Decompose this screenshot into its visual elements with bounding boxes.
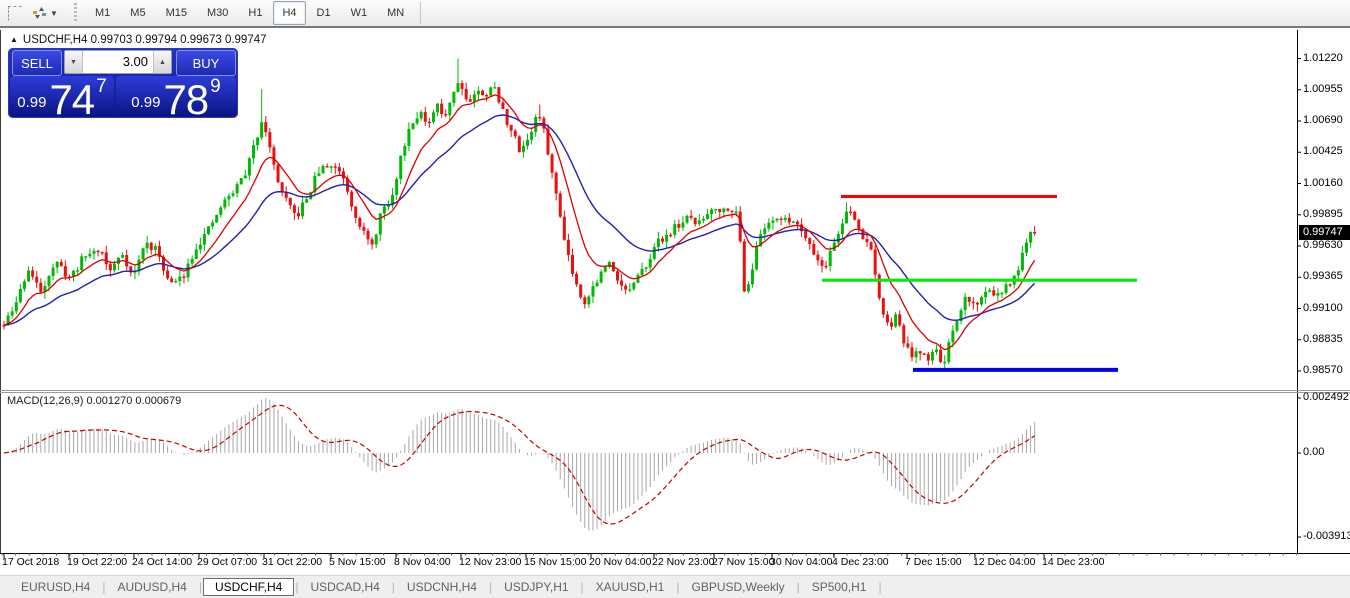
macd-axis-label: 0.00 — [1303, 446, 1324, 458]
time-axis-label: 8 Nov 04:00 — [394, 556, 451, 568]
time-axis-label: 4 Dec 23:00 — [832, 556, 889, 568]
sort-arrows-icon — [32, 6, 48, 20]
time-axis-label: 31 Oct 22:00 — [262, 556, 322, 568]
sell-price-sup: 7 — [96, 76, 107, 98]
volume-decrease-button[interactable]: ▼ — [65, 51, 83, 73]
timeframe-button-M5[interactable]: M5 — [121, 1, 154, 25]
sell-price-big: 74 — [49, 83, 94, 116]
chart-tab-XAUUSD-H1[interactable]: XAUUSD,H1 — [585, 578, 676, 596]
buy-price-sup: 9 — [210, 76, 221, 98]
timeframe-button-M15[interactable]: M15 — [157, 1, 196, 25]
time-axis-label: 19 Oct 22:00 — [67, 556, 127, 568]
timeframe-button-H1[interactable]: H1 — [239, 1, 271, 25]
chart-window[interactable]: ▲ USDCHF,H4 0.99703 0.99794 0.99673 0.997… — [0, 30, 1350, 575]
time-axis-label: 5 Nov 15:00 — [329, 556, 386, 568]
macd-axis-label: 0.002492 — [1303, 391, 1349, 403]
time-axis-label: 22 Nov 23:00 — [652, 556, 714, 568]
time-axis-label: 7 Dec 15:00 — [905, 556, 962, 568]
buy-price-prefix: 0.99 — [131, 94, 160, 111]
buy-button[interactable]: BUY — [176, 50, 236, 76]
time-axis-label: 17 Oct 2018 — [2, 556, 59, 568]
current-price-tag: 0.99747 — [1299, 225, 1350, 240]
chart-title-text: USDCHF,H4 0.99703 0.99794 0.99673 0.9974… — [23, 34, 267, 46]
chart-tab-AUDUSD-H4[interactable]: AUDUSD,H4 — [106, 578, 197, 596]
collapse-panel-icon[interactable]: ▲ — [10, 35, 18, 44]
time-axis-label: 15 Nov 15:00 — [524, 556, 586, 568]
price-axis-label: 0.98570 — [1303, 364, 1343, 376]
time-axis-label: 30 Nov 04:00 — [770, 556, 832, 568]
timeframe-button-MN[interactable]: MN — [378, 1, 413, 25]
price-axis-label: 0.99895 — [1303, 208, 1343, 220]
chart-tab-SP500-H1[interactable]: SP500,H1 — [801, 578, 878, 596]
time-axis-label: 12 Dec 04:00 — [973, 556, 1035, 568]
toolbar: ▼ M1M5M15M30H1H4D1W1MN — [0, 0, 1350, 28]
sell-price-prefix: 0.99 — [17, 94, 46, 111]
tab-separator: | — [877, 580, 882, 594]
price-axis-label: 0.98835 — [1303, 333, 1343, 345]
chart-tab-bar: EURUSD,H4|AUDUSD,H4|USDCHF,H4|USDCAD,H4|… — [0, 575, 1350, 598]
dropdown-caret-icon: ▼ — [50, 9, 58, 18]
volume-stepper: ▼ 3.00 ▲ — [64, 50, 172, 74]
macd-indicator-label: MACD(12,26,9) 0.001270 0.000679 — [7, 395, 181, 407]
chart-tab-USDCHF-H4[interactable]: USDCHF,H4 — [203, 578, 294, 596]
price-axis-label: 1.00955 — [1303, 83, 1343, 95]
chart-tab-USDCNH-H4[interactable]: USDCNH,H4 — [396, 578, 488, 596]
time-axis-label: 14 Dec 23:00 — [1042, 556, 1104, 568]
price-axis-label: 1.00425 — [1303, 145, 1343, 157]
chart-title: ▲ USDCHF,H4 0.99703 0.99794 0.99673 0.997… — [10, 34, 267, 46]
volume-field[interactable]: 3.00 — [83, 51, 153, 73]
toolbar-separator — [420, 2, 421, 24]
price-axis-label: 1.01220 — [1303, 52, 1343, 64]
macd-axis-label: -0.003913 — [1303, 530, 1350, 542]
price-axis-label: 1.00690 — [1303, 114, 1343, 126]
time-axis-label: 24 Oct 14:00 — [132, 556, 192, 568]
chart-tab-USDCAD-H4[interactable]: USDCAD,H4 — [299, 578, 390, 596]
timeframe-button-D1[interactable]: D1 — [308, 1, 340, 25]
timeframe-button-M30[interactable]: M30 — [198, 1, 237, 25]
timeframe-button-M1[interactable]: M1 — [86, 1, 119, 25]
mt4-window: ▼ M1M5M15M30H1H4D1W1MN ▲USDCHF,H4 0.9970… — [0, 0, 1350, 598]
toolbar-separator-grip[interactable] — [72, 3, 79, 23]
sell-price-display[interactable]: 0.99 74 7 — [10, 76, 114, 116]
time-axis-label: 29 Oct 07:00 — [197, 556, 257, 568]
arrange-symbols-icon[interactable]: ▼ — [28, 2, 62, 24]
price-axis-label: 0.99365 — [1303, 270, 1343, 282]
chart-tab-EURUSD-H4[interactable]: EURUSD,H4 — [10, 578, 101, 596]
dashed-box-icon — [8, 6, 22, 21]
chart-tab-USDJPY-H1[interactable]: USDJPY,H1 — [493, 578, 579, 596]
volume-increase-button[interactable]: ▲ — [153, 51, 171, 73]
timeframe-button-H4[interactable]: H4 — [273, 1, 305, 25]
timeframe-button-group: M1M5M15M30H1H4D1W1MN — [85, 1, 414, 25]
one-click-trading-panel: SELL ▼ 3.00 ▲ BUY 0.99 74 7 0.99 78 9 — [8, 48, 238, 118]
time-axis-label: 12 Nov 23:00 — [459, 556, 521, 568]
timeframe-button-W1[interactable]: W1 — [342, 1, 377, 25]
sell-button[interactable]: SELL — [12, 50, 62, 76]
time-axis-label: 27 Nov 15:00 — [712, 556, 774, 568]
buy-price-display[interactable]: 0.99 78 9 — [116, 76, 236, 116]
price-axis-label: 1.00160 — [1303, 177, 1343, 189]
time-axis-label: 20 Nov 04:00 — [589, 556, 651, 568]
buy-price-big: 78 — [163, 83, 208, 116]
price-axis-label: 0.99630 — [1303, 239, 1343, 251]
chart-tab-GBPUSD-Weekly[interactable]: GBPUSD,Weekly — [680, 578, 795, 596]
price-axis-label: 0.99100 — [1303, 302, 1343, 314]
chart-shift-icon[interactable] — [4, 2, 26, 24]
